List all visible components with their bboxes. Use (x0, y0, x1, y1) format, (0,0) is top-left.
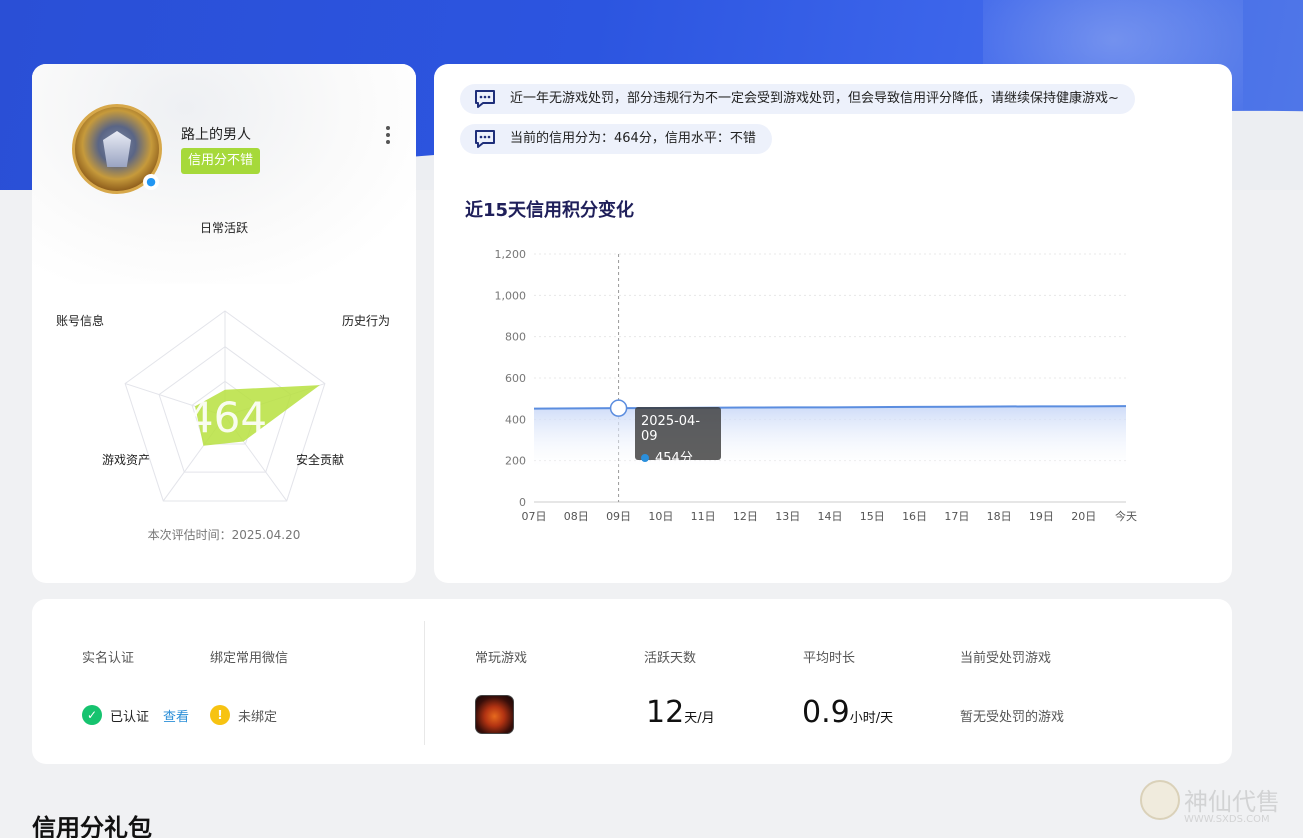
frequent-games-label: 常玩游戏 (475, 651, 528, 666)
mascot-icon (1140, 780, 1180, 820)
y-tick-label: 1,000 (495, 289, 527, 302)
radar-label-history: 历史行为 (342, 314, 391, 328)
profile-card: ● 路上的男人 信用分不错 464 日常活跃 历史行为 安全贡献 游戏资产 账号… (32, 64, 416, 583)
penalty-games-value: 暂无受处罚的游戏 (960, 710, 1065, 725)
radar-label-security: 安全贡献 (296, 453, 345, 467)
data-point (609, 399, 628, 417)
x-tick-label: 07日 (522, 510, 547, 523)
notice-score: 当前的信用分为：464分，信用水平：不错 (460, 124, 772, 154)
notice-penalty: 近一年无游戏处罚，部分违规行为不一定会受到游戏处罚，但会导致信用评分降低，请继续… (460, 84, 1135, 114)
chart-tooltip: 2025-04-09 454分 (635, 407, 721, 466)
credit-chart-card: 近一年无游戏处罚，部分违规行为不一定会受到游戏处罚，但会导致信用评分降低，请继续… (434, 64, 1232, 583)
real-name-label: 实名认证 (82, 651, 135, 666)
chart-title: 近15天信用积分变化 (465, 200, 635, 221)
watermark-url: WWW.SXDS.COM (1184, 814, 1270, 825)
x-tick-label: 20日 (1071, 510, 1096, 523)
series-dot-icon (641, 454, 649, 462)
message-icon (475, 90, 495, 108)
game-icon[interactable] (475, 695, 514, 734)
active-days-value: 12天/月 (646, 695, 715, 730)
credit-level-tag: 信用分不错 (181, 148, 261, 174)
y-tick-label: 400 (505, 413, 526, 426)
x-tick-label: 09日 (606, 510, 631, 523)
radar-label-assets: 游戏资产 (102, 453, 151, 467)
real-name-status: ✓ 已认证 查看 (82, 705, 189, 725)
x-tick-label: 16日 (902, 510, 927, 523)
credit-score: 464 (187, 393, 267, 442)
x-tick-label: 15日 (860, 510, 885, 523)
view-link[interactable]: 查看 (163, 706, 189, 725)
y-tick-label: 1,200 (495, 248, 527, 261)
credit-line-chart[interactable]: 0 200 400 600 800 1,000 1,200 07日 08日 09日 10日 11日 1… (434, 234, 1232, 534)
tooltip-date: 2025-04-09 (641, 414, 701, 444)
notice-text: 当前的信用分为：464分，信用水平：不错 (510, 131, 756, 146)
x-tick-label: 14日 (818, 510, 843, 523)
divider (424, 621, 425, 745)
x-tick-label: 19日 (1029, 510, 1054, 523)
radar-chart: 464 (124, 310, 326, 502)
x-tick-label: 10日 (648, 510, 673, 523)
warning-icon: ! (210, 705, 230, 725)
watermark: 神仙代售 WWW.SXDS.COM (1140, 778, 1295, 828)
avg-time-label: 平均时长 (803, 651, 856, 666)
active-days-label: 活跃天数 (644, 651, 697, 666)
nickname: 路上的男人 (181, 127, 251, 143)
y-tick-label: 200 (505, 455, 526, 468)
avg-time-value: 0.9小时/天 (802, 695, 894, 730)
y-tick-label: 600 (505, 372, 526, 385)
check-icon: ✓ (82, 705, 102, 725)
x-tick-label: 17日 (944, 510, 969, 523)
wechat-status-text: 未绑定 (238, 709, 278, 725)
account-info-card: 实名认证 绑定常用微信 ✓ 已认证 查看 ! 未绑定 常玩游戏 活跃天数 平均时… (32, 599, 1232, 764)
x-tick-label: 18日 (987, 510, 1012, 523)
wechat-status: ! 未绑定 (210, 705, 277, 725)
real-name-status-text: 已认证 (110, 709, 150, 725)
x-tick-label: 12日 (733, 510, 758, 523)
section-title: 信用分礼包 (32, 814, 152, 838)
more-options-icon[interactable] (384, 124, 392, 148)
qq-icon: ● (143, 174, 159, 190)
message-icon (475, 130, 495, 148)
x-tick-label: 13日 (775, 510, 800, 523)
radar-label-daily: 日常活跃 (200, 221, 249, 235)
x-tick-label: 今天 (1115, 509, 1137, 523)
y-tick-label: 800 (505, 331, 526, 344)
tooltip-value: 454分 (655, 451, 693, 466)
notice-text: 近一年无游戏处罚，部分违规行为不一定会受到游戏处罚，但会导致信用评分降低，请继续… (510, 91, 1119, 106)
watermark-text: 神仙代售 (1184, 788, 1280, 816)
evaluation-time: 本次评估时间：2025.04.20 (147, 528, 301, 542)
radar-label-account: 账号信息 (56, 314, 105, 328)
x-tick-label: 11日 (691, 510, 716, 523)
y-tick-label: 0 (519, 496, 526, 509)
x-tick-label: 08日 (564, 510, 589, 523)
penalty-games-label: 当前受处罚游戏 (960, 651, 1052, 666)
wechat-label: 绑定常用微信 (210, 651, 289, 666)
